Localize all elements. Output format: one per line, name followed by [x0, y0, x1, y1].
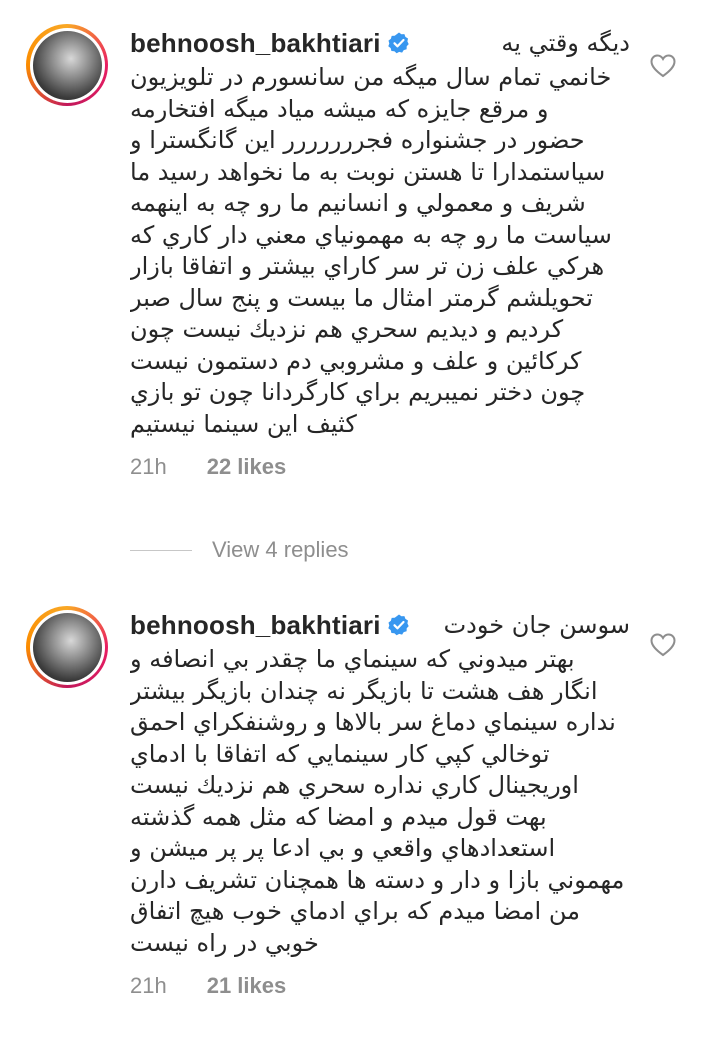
heart-outline-icon[interactable] [650, 633, 676, 657]
username[interactable]: behnoosh_bakhtiari [130, 610, 381, 641]
avatar[interactable] [26, 606, 108, 688]
avatar-photo [32, 612, 102, 682]
comment-text: خانمي تمام سال ميگه من سانسورم در تلويزي… [130, 62, 630, 440]
comment-line: اوريجينال كاري نداره سحري هم نزديك نيست [130, 771, 579, 799]
comment-line: نداره سينماي دماغ سر بالاها و روشنفكراي … [130, 708, 616, 736]
comment-line: كرديم و ديديم سحري هم نزديك نيست چون [130, 315, 564, 343]
comment-line: چون دختر نميبريم براي كارگردانا چون تو ب… [130, 378, 586, 406]
comment-line: شريف و معمولي و انسانيم ما رو چه به اينه… [130, 189, 586, 217]
comment-line: كثيف اين سينما نيستيم [130, 409, 357, 438]
comment-meta: 21h 21 likes [130, 973, 630, 999]
timestamp: 21h [130, 973, 167, 998]
heart-outline-icon[interactable] [650, 54, 676, 78]
view-replies-button[interactable]: View 4 replies [130, 537, 349, 563]
likes-count[interactable]: 21 likes [207, 973, 287, 999]
divider [130, 549, 192, 551]
comment-line: انگار هف هشت تا بازيگر نه چندان بازيگر ب… [130, 676, 598, 705]
comment-first-line: سوسن جان خودت [443, 611, 630, 639]
timestamp: 21h [130, 454, 167, 479]
comment-meta: 21h 22 likes [130, 454, 630, 480]
comment-body: behnoosh_bakhtiari ديگه وقتي يه خانمي تم… [130, 24, 630, 480]
comment-body: behnoosh_bakhtiari سوسن جان خودت بهتر مي… [130, 606, 630, 999]
avatar[interactable] [26, 24, 108, 106]
comment-line: هركي علف زن تر سر كاراي بيشتر و اتفاقا ب… [130, 252, 605, 280]
comment-line: خانمي تمام سال ميگه من سانسورم در تلويزي… [130, 63, 612, 91]
comment-text: بهتر ميدوني كه سينماي ما چقدر بي انصافه … [130, 644, 630, 959]
username[interactable]: behnoosh_bakhtiari [130, 28, 381, 59]
comment-line: توخالي كپي كار سينمايي كه اتفاقا با ادما… [130, 739, 550, 768]
verified-badge-icon [387, 32, 409, 54]
comment-line: استعدادهاي واقعي و بي ادعا پر پر ميشن و [130, 834, 556, 862]
comment-line: كركائين و علف و مشروبي دم دستمون نيست [130, 346, 582, 375]
avatar-photo [32, 30, 102, 100]
comment-line: من امضا ميدم كه براي ادماي خوب هيچ اتفاق [130, 897, 580, 925]
comment-line: حضور در جشنواره فجررررررر اين گانگسترا و [130, 126, 585, 154]
comment-line: بهت قول ميدم و امضا كه مثل همه گذشته [130, 802, 547, 831]
comment-line: سياست ما رو چه به مهمونياي معني دار كاري… [130, 220, 612, 249]
view-replies-label: View 4 replies [212, 537, 349, 562]
comment-line: و مرقع جايزه كه ميشه مياد ميگه افتخارمه [130, 94, 549, 123]
comment-line: مهموني بازا و دار و دسته ها همچنان تشريف… [130, 865, 625, 894]
verified-badge-icon [387, 614, 409, 636]
comment-line: خوبي در راه نيست [130, 928, 319, 957]
comment-first-line: ديگه وقتي يه [501, 29, 630, 57]
comment-line: سياستمدارا تا هستن نوبت به ما نخواهد رسي… [130, 157, 606, 186]
comment-line: بهتر ميدوني كه سينماي ما چقدر بي انصافه … [130, 645, 575, 673]
comment-line: تحويلشم گرمتر امثال ما بيست و پنج سال صب… [130, 283, 593, 312]
likes-count[interactable]: 22 likes [207, 454, 287, 480]
